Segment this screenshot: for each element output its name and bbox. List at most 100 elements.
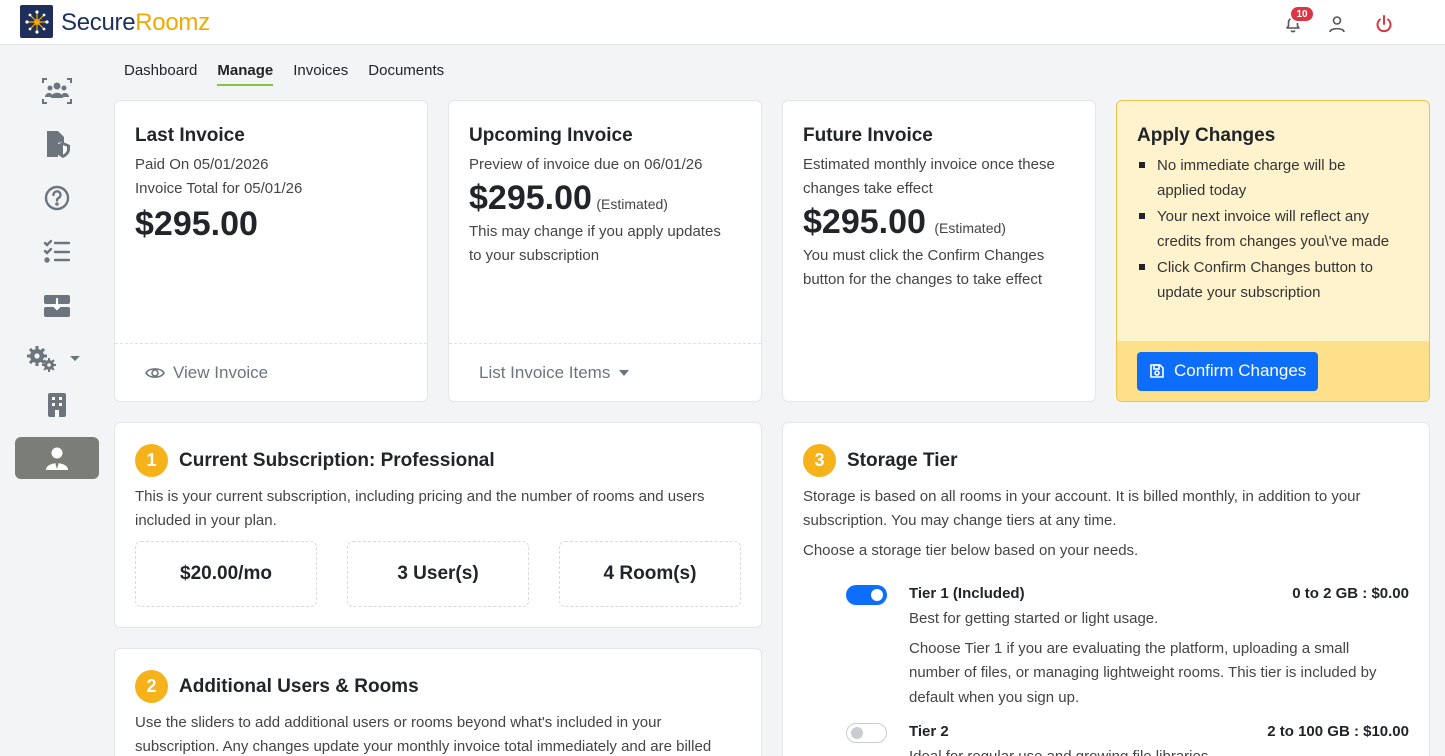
future-invoice-title: Future Invoice (803, 125, 933, 146)
future-invoice-desc-line2: changes take effect (803, 180, 933, 197)
save-floppy-icon (1150, 364, 1164, 378)
page-tabs: Dashboard Manage Invoices Documents (124, 62, 444, 86)
additional-title: Additional Users & Rooms (179, 675, 419, 697)
tab-manage[interactable]: Manage (217, 62, 273, 86)
tier-1-toggle[interactable] (846, 585, 887, 605)
sidebar-item-documents-security[interactable] (15, 123, 99, 165)
tier-2-price: 2 to 100 GB : $10.00 (1267, 723, 1409, 740)
current-subscription-desc-line2: included in your plan. (135, 512, 277, 529)
apply-changes-title: Apply Changes (1137, 125, 1276, 146)
apply-bullet-1-line2: applied today (1157, 182, 1247, 199)
brand-name-part1: Secure (61, 9, 136, 36)
apply-bullet-3-line2: update your subscription (1157, 284, 1321, 301)
upcoming-invoice-title: Upcoming Invoice (469, 125, 633, 146)
additional-desc-line1: Use the sliders to add additional users … (135, 714, 662, 731)
tier-2-toggle[interactable] (846, 723, 887, 743)
subscription-users: 3 User(s) (347, 541, 529, 607)
last-invoice-title: Last Invoice (135, 125, 245, 146)
logo-icon[interactable] (20, 5, 53, 38)
sidebar-item-checklist[interactable] (15, 231, 99, 273)
upcoming-invoice-estimated: (Estimated) (596, 196, 668, 212)
tier-1-name: Tier 1 (Included) (909, 585, 1025, 602)
list-invoice-items-dropdown[interactable]: List Invoice Items (449, 343, 761, 401)
current-subscription-desc-line1: This is your current subscription, inclu… (135, 488, 705, 505)
upcoming-invoice-note-line1: This may change if you apply updates (469, 223, 721, 240)
tab-documents[interactable]: Documents (368, 62, 444, 86)
apply-changes-bullet: Your next invoice will reflect any credit… (1137, 204, 1421, 254)
apply-changes-list: No immediate charge will be applied today… (1137, 153, 1421, 306)
tier-1-subtitle: Best for getting started or light usage. (909, 610, 1159, 627)
additional-users-rooms-card: 2 Additional Users & Rooms Use the slide… (114, 648, 762, 756)
upcoming-invoice-amount: $295.00 (469, 179, 592, 217)
tier-1-detail-line2: number of files, or managing lightweight… (909, 664, 1377, 681)
gears-icon (27, 346, 80, 372)
tier-2-subtitle: Ideal for regular use and growing file l… (909, 745, 1213, 756)
inbox-download-icon (44, 295, 70, 317)
step-badge: 3 (803, 444, 836, 477)
upcoming-invoice-note-line2: to your subscription (469, 247, 600, 264)
sidebar-item-settings[interactable] (15, 338, 99, 380)
last-invoice-card: Last Invoice Paid On 05/01/2026 Invoice … (114, 100, 428, 402)
tier-1-detail-line1: Choose Tier 1 if you are evaluating the … (909, 640, 1350, 657)
file-shield-icon (47, 131, 70, 158)
user-profile-icon[interactable] (1326, 13, 1348, 35)
brand-name-part2: Roomz (135, 9, 210, 36)
additional-desc-line2: subscription. Any changes update your mo… (135, 738, 712, 755)
tier-1-detail-line3: default when you sign up. (909, 689, 1080, 706)
tier-1-price: 0 to 2 GB : $0.00 (1292, 585, 1409, 602)
future-invoice-note-line2: button for the changes to take effect (803, 271, 1043, 288)
users-group-icon (42, 78, 72, 104)
upcoming-invoice-card: Upcoming Invoice Preview of invoice due … (448, 100, 762, 402)
storage-desc-line1: Storage is based on all rooms in your ac… (803, 488, 1361, 505)
apply-bullet-2-line1: Your next invoice will reflect any (1157, 208, 1370, 225)
account-user-icon (46, 447, 68, 470)
view-invoice-label: View Invoice (173, 362, 269, 382)
step-badge: 2 (135, 670, 168, 703)
help-circle-icon (44, 185, 70, 211)
apply-changes-card: Apply Changes No immediate charge will b… (1116, 100, 1430, 402)
upcoming-invoice-preview: Preview of invoice due on 06/01/26 (469, 156, 703, 173)
apply-changes-footer: Confirm Changes (1117, 341, 1429, 401)
storage-title: Storage Tier (847, 449, 958, 471)
sidebar-item-account[interactable] (15, 437, 99, 479)
power-logout-icon[interactable] (1373, 13, 1395, 35)
sidebar (0, 46, 113, 756)
brand-name[interactable]: SecureRoomz (61, 9, 210, 37)
tab-invoices[interactable]: Invoices (293, 62, 348, 86)
current-subscription-title: Current Subscription: Professional (179, 449, 495, 471)
view-invoice-link[interactable]: View Invoice (115, 343, 427, 401)
future-invoice-card: Future Invoice Estimated monthly invoice… (782, 100, 1096, 402)
top-bar: SecureRoomz 10 (0, 0, 1445, 45)
sidebar-item-help[interactable] (15, 177, 99, 219)
storage-tier-card: 3 Storage Tier Storage is based on all r… (782, 422, 1430, 756)
confirm-changes-button[interactable]: Confirm Changes (1137, 351, 1319, 391)
subscription-rooms: 4 Room(s) (559, 541, 741, 607)
checklist-icon (43, 239, 71, 263)
apply-bullet-1-line1: No immediate charge will be (1157, 157, 1346, 174)
step-badge: 1 (135, 444, 168, 477)
tier-2-name: Tier 2 (909, 723, 949, 740)
tab-dashboard[interactable]: Dashboard (124, 62, 197, 86)
storage-desc-line2: subscription. You may change tiers at an… (803, 512, 1117, 529)
subscription-price: $20.00/mo (135, 541, 317, 607)
apply-bullet-3-line1: Click Confirm Changes button to (1157, 259, 1373, 276)
building-icon (48, 393, 66, 417)
caret-down-icon (619, 369, 630, 376)
sidebar-item-buildings[interactable] (15, 384, 99, 426)
apply-bullet-2-line2: credits from changes you\'ve made (1157, 233, 1390, 250)
last-invoice-paid-on: Paid On 05/01/2026 (135, 156, 269, 173)
notification-count-badge: 10 (1289, 5, 1315, 23)
current-subscription-card: 1 Current Subscription: Professional Thi… (114, 422, 762, 628)
list-invoice-items-label: List Invoice Items (479, 362, 611, 382)
last-invoice-amount: $295.00 (135, 205, 258, 243)
last-invoice-total-for: Invoice Total for 05/01/26 (135, 180, 303, 197)
future-invoice-desc-line1: Estimated monthly invoice once these (803, 156, 1055, 173)
confirm-changes-label: Confirm Changes (1174, 361, 1307, 380)
storage-choose-text: Choose a storage tier below based on you… (803, 542, 1139, 559)
sidebar-item-users[interactable] (15, 70, 99, 112)
future-invoice-estimated: (Estimated) (934, 220, 1006, 236)
eye-icon (145, 367, 165, 378)
apply-changes-bullet: Click Confirm Changes button to update yo… (1137, 255, 1421, 305)
sidebar-item-inbox[interactable] (15, 285, 99, 327)
future-invoice-note-line1: You must click the Confirm Changes (803, 247, 1045, 264)
